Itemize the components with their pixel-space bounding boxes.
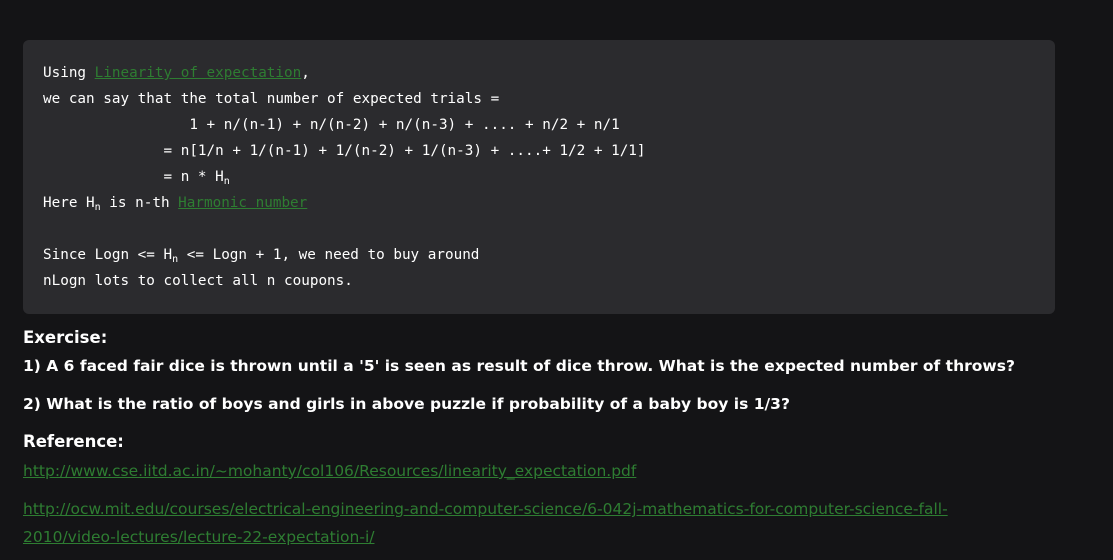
reference-link-iitd[interactable]: http://www.cse.iitd.ac.in/~mohanty/col10… [23, 457, 636, 485]
code-text: Using [43, 65, 95, 81]
code-block: Using Linearity of expectation, we can s… [23, 40, 1055, 314]
exercise-question-1: 1) A 6 faced fair dice is thrown until a… [23, 357, 1015, 375]
reference-link-mit-line2[interactable]: 2010/video-lectures/lecture-22-expectati… [23, 523, 374, 551]
linearity-of-expectation-link[interactable]: Linearity of expectation [95, 65, 302, 81]
subscript: n [223, 176, 230, 187]
code-text: is n-th [100, 195, 179, 211]
code-text: Here H [43, 195, 95, 211]
reference-heading: Reference: [23, 432, 124, 451]
harmonic-number-link[interactable]: Harmonic number [178, 195, 307, 211]
code-line-8: Since Logn <= Hn <= Logn + 1, we need to… [43, 242, 1055, 268]
article-page: Using Linearity of expectation, we can s… [0, 0, 1113, 560]
code-text: <= Logn + 1, we need to buy around [178, 247, 480, 263]
code-line-4: = n[1/n + 1/(n-1) + 1/(n-2) + 1/(n-3) + … [43, 143, 646, 159]
code-text: , [301, 65, 310, 81]
code-text: Since Logn <= H [43, 247, 173, 263]
code-line-3: 1 + n/(n-1) + n/(n-2) + n/(n-3) + .... +… [43, 117, 620, 133]
code-line-9: nLogn lots to collect all n coupons. [43, 273, 353, 289]
code-line-1: Using Linearity of expectation, [43, 60, 1055, 86]
code-line-2: we can say that the total number of expe… [43, 91, 500, 107]
code-text: = n * H [43, 169, 224, 185]
exercise-question-2: 2) What is the ratio of boys and girls i… [23, 395, 790, 413]
reference-link-mit-line1[interactable]: http://ocw.mit.edu/courses/electrical-en… [23, 495, 948, 523]
code-line-5: = n * Hn [43, 164, 1055, 190]
code-line-6: Here Hn is n-th Harmonic number [43, 190, 1055, 216]
exercise-heading: Exercise: [23, 328, 108, 347]
